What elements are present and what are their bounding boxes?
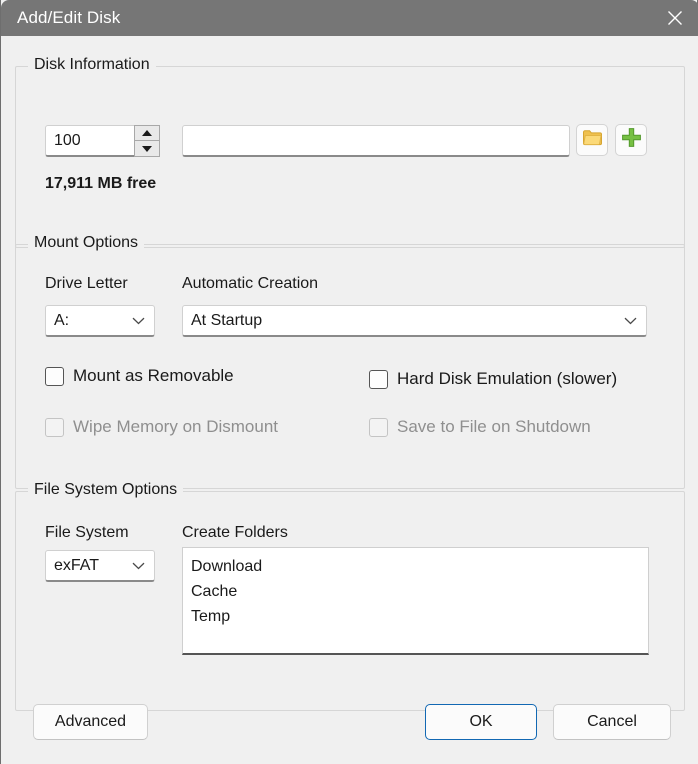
checkbox-box: [45, 367, 64, 386]
checkbox-box: [369, 418, 388, 437]
image-file-name-input[interactable]: [182, 125, 570, 157]
checkbox-label: Hard Disk Emulation (slower): [397, 369, 617, 389]
automatic-creation-select[interactable]: At Startup: [182, 305, 647, 337]
checkbox-label: Wipe Memory on Dismount: [73, 417, 278, 437]
folder-icon: [582, 128, 603, 152]
drive-letter-label: Drive Letter: [45, 275, 128, 293]
chevron-down-icon: [132, 316, 145, 325]
automatic-creation-value: At Startup: [183, 312, 262, 330]
chevron-down-icon: [624, 316, 637, 325]
mount-options-title: Mount Options: [28, 234, 144, 252]
close-icon: [666, 9, 684, 27]
chevron-up-icon: [142, 130, 152, 136]
create-folders-label: Create Folders: [182, 524, 288, 542]
create-folders-textarea[interactable]: [182, 547, 649, 655]
size-spinner-up[interactable]: [134, 125, 160, 141]
add-edit-disk-dialog: Add/Edit Disk Disk Information Size (MB)…: [0, 0, 698, 764]
cancel-button[interactable]: Cancel: [553, 704, 671, 740]
window-title: Add/Edit Disk: [17, 8, 120, 28]
disk-information-title: Disk Information: [28, 56, 156, 74]
drive-letter-value: A:: [46, 312, 69, 330]
size-stepper[interactable]: 100: [45, 125, 160, 157]
dialog-body: Disk Information Size (MB) 100 Image Fil…: [1, 36, 698, 764]
chevron-down-icon: [132, 561, 145, 570]
file-system-options-title: File System Options: [28, 481, 183, 499]
checkbox-box: [45, 418, 64, 437]
checkbox-label: Mount as Removable: [73, 366, 234, 386]
close-button[interactable]: [651, 0, 698, 36]
automatic-creation-label: Automatic Creation: [182, 275, 318, 293]
advanced-button[interactable]: Advanced: [33, 704, 148, 740]
chevron-down-icon: [142, 146, 152, 152]
checkbox-hard-disk-emulation[interactable]: Hard Disk Emulation (slower): [369, 369, 617, 389]
checkbox-box: [369, 370, 388, 389]
free-space-text: 17,911 MB free: [45, 175, 156, 193]
file-system-select[interactable]: exFAT: [45, 550, 155, 582]
add-disk-button[interactable]: [615, 124, 647, 156]
file-system-value: exFAT: [46, 557, 99, 575]
checkbox-label: Save to File on Shutdown: [397, 417, 591, 437]
disk-information-group: Disk Information: [15, 66, 685, 248]
checkbox-save-to-file-on-shutdown: Save to File on Shutdown: [369, 417, 591, 437]
ok-button[interactable]: OK: [425, 704, 537, 740]
size-input[interactable]: 100: [45, 125, 135, 157]
size-spinner-buttons: [134, 125, 160, 157]
file-system-label: File System: [45, 524, 129, 542]
title-bar: Add/Edit Disk: [1, 0, 698, 36]
plus-icon: [621, 127, 642, 153]
drive-letter-select[interactable]: A:: [45, 305, 155, 337]
checkbox-wipe-memory-on-dismount: Wipe Memory on Dismount: [45, 417, 278, 437]
size-spinner-down[interactable]: [134, 141, 160, 157]
checkbox-mount-as-removable[interactable]: Mount as Removable: [45, 366, 234, 386]
browse-file-button[interactable]: [576, 124, 608, 156]
